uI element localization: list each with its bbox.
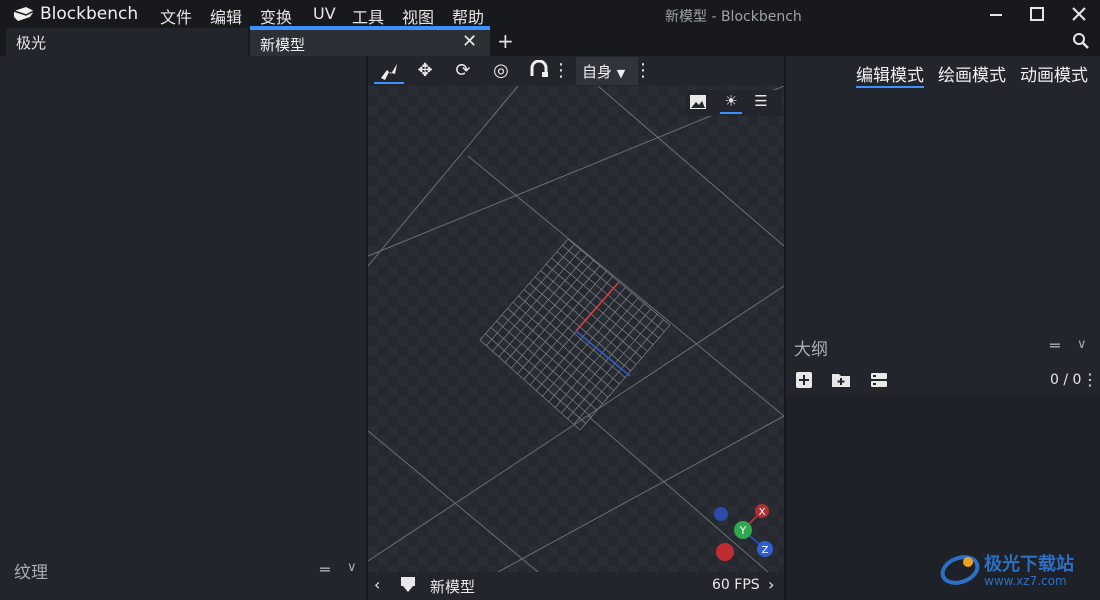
add-cube-icon[interactable]: [794, 370, 814, 390]
watermark-logo-icon: [940, 555, 980, 585]
move-arrows-icon[interactable]: ✥: [412, 60, 438, 84]
maximize-icon[interactable]: [1026, 3, 1048, 25]
menu-help[interactable]: 帮助: [452, 4, 484, 28]
gizmo-y-label: Y: [739, 524, 747, 537]
panel-menu-icon[interactable]: ═: [320, 560, 330, 579]
blockbench-logo-icon: [13, 7, 35, 21]
right-sidebar: 编辑模式 绘画模式 动画模式 大纲 ═ ∨ 0 / 0 ⋮: [786, 56, 1100, 600]
left-sidebar: [0, 56, 366, 600]
add-tab-icon[interactable]: +: [497, 29, 514, 53]
grid-line: [535, 287, 626, 391]
transform-space-value: 自身: [582, 63, 613, 81]
rotate-icon[interactable]: ⟳: [450, 60, 476, 84]
tab-label: 新模型: [260, 36, 306, 54]
outliner-count: 0 / 0: [1050, 372, 1082, 388]
title-bar: Blockbench 文件 编辑 变换 UV 工具 视图 帮助 新模型 - Bl…: [0, 0, 1100, 28]
menu-edit[interactable]: 编辑: [210, 4, 242, 28]
model-icon: [401, 577, 415, 592]
grid-line: [567, 238, 671, 326]
gizmo-z-label: Z: [762, 545, 769, 556]
light-icon[interactable]: ☀: [720, 92, 742, 114]
menu-icon[interactable]: ☰: [750, 92, 772, 114]
chevron-right-icon[interactable]: ›: [768, 575, 774, 594]
grid-line: [573, 319, 664, 425]
tab-bar: 极光 新模型: [0, 28, 1100, 56]
collapse-all-icon[interactable]: [869, 370, 889, 390]
close-icon[interactable]: [1068, 3, 1090, 25]
tab-aurora[interactable]: 极光: [6, 28, 248, 56]
move-tool-icon[interactable]: [374, 60, 404, 84]
viewport-controls: ☀ ☰: [686, 90, 782, 116]
image-icon[interactable]: [688, 92, 710, 114]
gizmo-neg-z-circle[interactable]: [714, 507, 728, 521]
more-options-icon[interactable]: ⋮: [552, 60, 570, 84]
menu-uv[interactable]: UV: [313, 4, 336, 23]
pivot-icon[interactable]: ◎: [488, 60, 514, 84]
tab-label: 极光: [16, 34, 47, 52]
watermark: 极光下载站 www.xz7.com: [938, 548, 1098, 598]
textures-panel-title: 纹理: [14, 563, 48, 583]
transform-space-select[interactable]: 自身 ▼: [576, 57, 638, 85]
gizmo-x-label: X: [759, 507, 766, 518]
more-options-icon[interactable]: ⋮: [1082, 370, 1098, 389]
grid-line: [567, 314, 658, 419]
menu-transform[interactable]: 变换: [260, 4, 292, 28]
mode-paint-tab[interactable]: 绘画模式: [938, 61, 1006, 86]
panel-menu-icon[interactable]: ═: [1050, 336, 1060, 355]
grid-line: [548, 297, 639, 403]
outliner-toolbar: 0 / 0 ⋮: [786, 366, 1100, 396]
menu-file[interactable]: 文件: [160, 4, 192, 28]
status-model-name: 新模型: [430, 578, 476, 596]
grid-line: [542, 292, 633, 397]
grid-line: [554, 303, 645, 408]
3d-viewport[interactable]: X Y Z ☀ ☰: [368, 86, 784, 572]
add-group-icon[interactable]: [831, 370, 851, 390]
chevron-left-icon[interactable]: ‹: [374, 575, 380, 594]
mode-animate-tab[interactable]: 动画模式: [1020, 61, 1088, 86]
vertex-snap-icon[interactable]: [526, 59, 552, 84]
grid-line: [579, 324, 671, 431]
minimize-icon[interactable]: [985, 3, 1007, 25]
tab-close-icon[interactable]: ✕: [462, 31, 477, 52]
watermark-text: 极光下载站: [984, 554, 1074, 575]
chevron-down-icon[interactable]: ∨: [1077, 337, 1087, 352]
watermark-url: www.xz7.com: [984, 574, 1067, 588]
window-title: 新模型 - Blockbench: [665, 9, 802, 25]
caret-down-icon: ▼: [616, 67, 626, 80]
scene-grid: X Y Z: [368, 86, 784, 572]
search-icon[interactable]: [1072, 32, 1090, 50]
outliner-panel-title: 大纲: [794, 340, 828, 360]
grid-line: [560, 308, 652, 414]
tab-new-model[interactable]: 新模型: [250, 28, 490, 56]
chevron-down-icon[interactable]: ∨: [347, 560, 357, 575]
menu-tools[interactable]: 工具: [352, 4, 384, 28]
fine-grid: [479, 238, 671, 431]
gizmo-neg-x-circle[interactable]: [716, 543, 734, 561]
menu-view[interactable]: 视图: [402, 4, 434, 28]
viewport-status-bar: ‹ 新模型 60 FPS ›: [368, 572, 784, 600]
fps-counter: 60 FPS: [712, 577, 760, 593]
mode-edit-tab[interactable]: 编辑模式: [856, 61, 924, 88]
app-name: Blockbench: [40, 4, 139, 24]
